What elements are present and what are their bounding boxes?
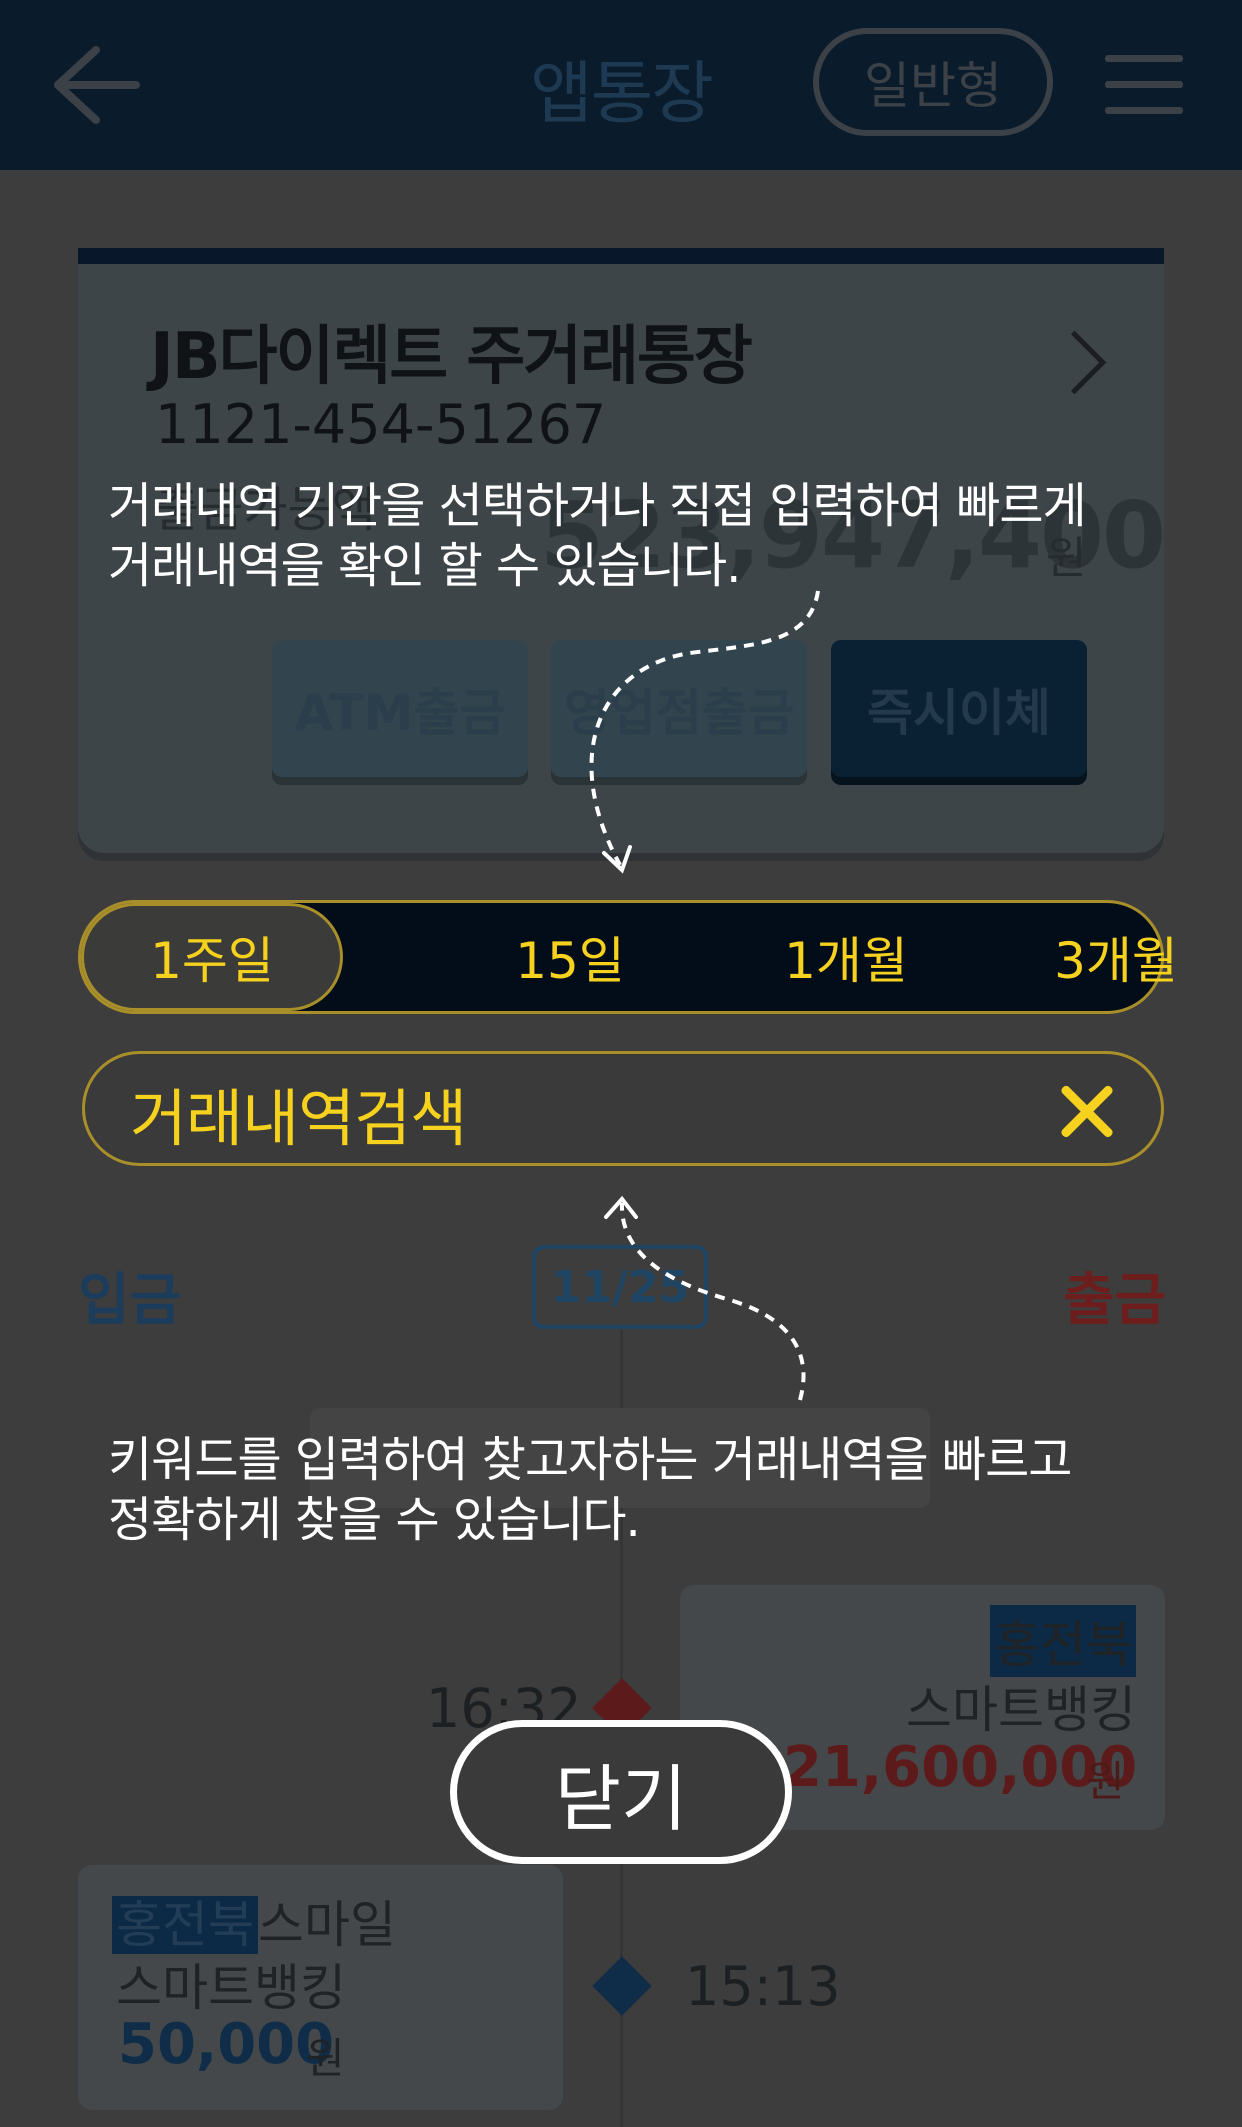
transaction-name-highlight: 홍전북 xyxy=(990,1605,1136,1677)
search-placeholder: 거래내역검색 xyxy=(130,1082,467,1155)
transaction-amount: 50,000 xyxy=(118,2012,335,2077)
deposit-marker-icon xyxy=(592,1956,652,2016)
account-number: 1121-454-51267 xyxy=(155,393,607,456)
page-title: 앱통장 xyxy=(530,55,714,134)
transaction-amount-unit: 원 xyxy=(306,2034,345,2083)
search-guide-line: 정확하게 찾을 수 있습니다. xyxy=(108,1492,641,1548)
transaction-name-rest: 스마일 xyxy=(258,1896,396,1954)
transaction-name-highlight: 홍전북 xyxy=(112,1896,258,1954)
tab-1-week[interactable]: 1주일 xyxy=(81,903,343,1011)
close-guide-button[interactable]: 닫기 xyxy=(450,1720,792,1864)
guide-arrow-up-icon xyxy=(604,1195,806,1401)
period-tab-bar: 1주일 15일 1개월 3개월 xyxy=(78,900,1178,1014)
account-name: JB다이렉트 주거래통장 xyxy=(150,320,753,394)
app-header: 앱통장 일반형 xyxy=(0,0,1242,170)
deposit-label: 입금 xyxy=(78,1268,182,1333)
search-guide-text: 키워드를 입력하여 찾고자하는 거래내역을 빠르고 정확하게 찾을 수 있습니다… xyxy=(108,1430,1072,1550)
transaction-name: 홍전북스마일 xyxy=(112,1885,396,1957)
hamburger-menu-icon[interactable] xyxy=(1105,55,1185,115)
period-guide-line: 거래내역 기간을 선택하거나 직접 입력하여 빠르게 xyxy=(108,478,1087,534)
transaction-amount: 121,600,000 xyxy=(744,1735,1138,1800)
period-guide-text: 거래내역 기간을 선택하거나 직접 입력하여 빠르게 거래내역을 확인 할 수 … xyxy=(108,476,1087,596)
search-guide-line: 키워드를 입력하여 찾고자하는 거래내역을 빠르고 xyxy=(108,1432,1072,1488)
clear-search-icon[interactable] xyxy=(1058,1082,1116,1140)
tab-1-month[interactable]: 1개월 xyxy=(715,903,977,1011)
transaction-channel: 스마트뱅킹 xyxy=(906,1681,1136,1739)
instant-transfer-button[interactable]: 즉시이체 xyxy=(831,640,1087,777)
transaction-amount-unit: 원 xyxy=(1086,1757,1125,1806)
tab-15-days[interactable]: 15일 xyxy=(439,903,701,1011)
card-top-stripe xyxy=(78,248,1164,264)
atm-withdraw-button[interactable]: ATM출금 xyxy=(272,640,528,777)
transaction-channel: 스마트뱅킹 xyxy=(116,1959,346,2017)
mode-toggle-button[interactable]: 일반형 xyxy=(813,28,1053,136)
tab-3-months[interactable]: 3개월 xyxy=(985,903,1242,1011)
transaction-time: 15:13 xyxy=(685,1955,841,2018)
guide-arrow-down-icon xyxy=(589,590,820,874)
withdraw-label: 출금 xyxy=(1063,1268,1167,1333)
